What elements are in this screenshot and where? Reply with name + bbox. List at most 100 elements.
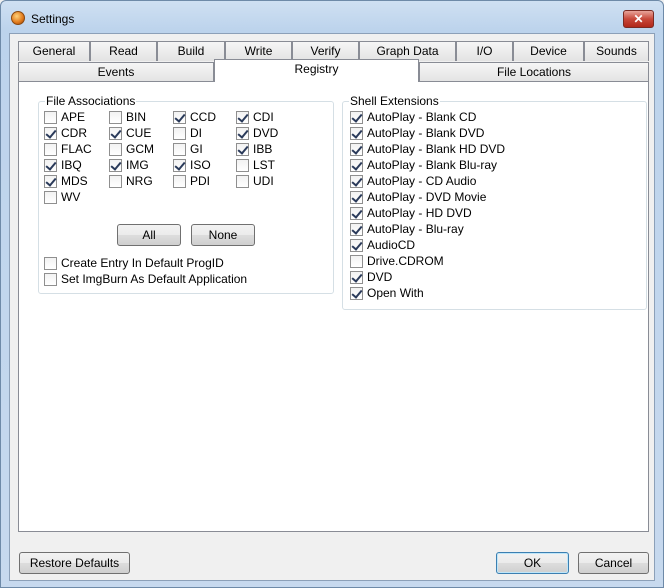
empty-checkbox-icon[interactable] (44, 110, 57, 124)
empty-checkbox-icon[interactable] (44, 190, 57, 204)
cancel-button[interactable]: Cancel (578, 552, 649, 574)
checkmark-icon[interactable] (44, 158, 57, 172)
shell-ext-autoplay-blank-cd-checkbox[interactable]: AutoPlay - Blank CD (350, 109, 476, 125)
tab-device[interactable]: Device (513, 41, 584, 61)
file-assoc-wv-checkbox[interactable]: WV (44, 189, 80, 205)
checkmark-icon[interactable] (350, 142, 363, 156)
file-assoc-ibq-checkbox[interactable]: IBQ (44, 157, 82, 173)
checkbox-label: MDS (61, 174, 88, 188)
checkmark-icon[interactable] (350, 286, 363, 300)
ok-button[interactable]: OK (496, 552, 569, 574)
empty-checkbox-icon[interactable] (44, 272, 57, 286)
file-assoc-flac-checkbox[interactable]: FLAC (44, 141, 92, 157)
checkmark-icon[interactable] (109, 126, 122, 140)
restore-defaults-button[interactable]: Restore Defaults (19, 552, 130, 574)
empty-checkbox-icon[interactable] (173, 174, 186, 188)
tab-events[interactable]: Events (18, 62, 214, 82)
file-assoc-gi-checkbox[interactable]: GI (173, 141, 203, 157)
file-assoc-cue-checkbox[interactable]: CUE (109, 125, 151, 141)
file-assoc-di-checkbox[interactable]: DI (173, 125, 202, 141)
select-none-button[interactable]: None (191, 224, 255, 246)
shell-extensions-title: Shell Extensions (349, 94, 440, 108)
empty-checkbox-icon[interactable] (109, 174, 122, 188)
checkmark-icon[interactable] (173, 158, 186, 172)
option-create-entry-in-default-progid-checkbox[interactable]: Create Entry In Default ProgID (44, 255, 224, 271)
tab-general[interactable]: General (18, 41, 90, 61)
file-assoc-ape-checkbox[interactable]: APE (44, 109, 85, 125)
shell-ext-autoplay-dvd-movie-checkbox[interactable]: AutoPlay - DVD Movie (350, 189, 486, 205)
file-assoc-img-checkbox[interactable]: IMG (109, 157, 149, 173)
tab-verify[interactable]: Verify (292, 41, 359, 61)
empty-checkbox-icon[interactable] (44, 142, 57, 156)
file-assoc-bin-checkbox[interactable]: BIN (109, 109, 146, 125)
checkmark-icon[interactable] (350, 126, 363, 140)
checkbox-label: GI (190, 142, 203, 156)
empty-checkbox-icon[interactable] (44, 256, 57, 270)
shell-ext-autoplay-blank-dvd-checkbox[interactable]: AutoPlay - Blank DVD (350, 125, 484, 141)
shell-ext-autoplay-cd-audio-checkbox[interactable]: AutoPlay - CD Audio (350, 173, 476, 189)
empty-checkbox-icon[interactable] (173, 142, 186, 156)
checkmark-icon[interactable] (236, 110, 249, 124)
dialog-body: General Read Build Write Verify Graph Data I/O… (9, 33, 655, 581)
shell-ext-autoplay-blu-ray-checkbox[interactable]: AutoPlay - Blu-ray (350, 221, 464, 237)
checkbox-label: NRG (126, 174, 153, 188)
checkmark-icon[interactable] (44, 174, 57, 188)
empty-checkbox-icon[interactable] (236, 158, 249, 172)
tab-read[interactable]: Read (90, 41, 157, 61)
empty-checkbox-icon[interactable] (350, 254, 363, 268)
checkmark-icon[interactable] (350, 158, 363, 172)
checkmark-icon[interactable] (109, 158, 122, 172)
checkmark-icon[interactable] (350, 270, 363, 284)
file-assoc-cdi-checkbox[interactable]: CDI (236, 109, 274, 125)
tab-build[interactable]: Build (157, 41, 225, 61)
checkmark-icon[interactable] (350, 174, 363, 188)
file-assoc-dvd-checkbox[interactable]: DVD (236, 125, 278, 141)
file-assoc-gcm-checkbox[interactable]: GCM (109, 141, 154, 157)
checkbox-label: ISO (190, 158, 211, 172)
file-associations-title: File Associations (45, 94, 137, 108)
shell-ext-drive-cdrom-checkbox[interactable]: Drive.CDROM (350, 253, 444, 269)
file-assoc-mds-checkbox[interactable]: MDS (44, 173, 88, 189)
checkmark-icon[interactable] (350, 206, 363, 220)
checkmark-icon[interactable] (350, 238, 363, 252)
checkmark-icon[interactable] (236, 126, 249, 140)
empty-checkbox-icon[interactable] (109, 142, 122, 156)
select-all-button[interactable]: All (117, 224, 181, 246)
tab-registry[interactable]: Registry (214, 59, 419, 82)
file-assoc-iso-checkbox[interactable]: ISO (173, 157, 211, 173)
option-set-imgburn-as-default-application-checkbox[interactable]: Set ImgBurn As Default Application (44, 271, 247, 287)
empty-checkbox-icon[interactable] (236, 174, 249, 188)
tab-write[interactable]: Write (225, 41, 292, 61)
checkbox-label: CDR (61, 126, 87, 140)
file-assoc-ibb-checkbox[interactable]: IBB (236, 141, 272, 157)
empty-checkbox-icon[interactable] (173, 126, 186, 140)
shell-ext-autoplay-blank-blu-ray-checkbox[interactable]: AutoPlay - Blank Blu-ray (350, 157, 497, 173)
checkmark-icon[interactable] (350, 222, 363, 236)
tab-file-locations[interactable]: File Locations (419, 62, 649, 82)
tab-sounds[interactable]: Sounds (584, 41, 649, 61)
checkmark-icon[interactable] (350, 110, 363, 124)
checkbox-label: AutoPlay - Blu-ray (367, 222, 464, 236)
tab-graph-data[interactable]: Graph Data (359, 41, 456, 61)
shell-ext-autoplay-blank-hd-dvd-checkbox[interactable]: AutoPlay - Blank HD DVD (350, 141, 505, 157)
checkmark-icon[interactable] (173, 110, 186, 124)
shell-ext-audiocd-checkbox[interactable]: AudioCD (350, 237, 415, 253)
shell-ext-autoplay-hd-dvd-checkbox[interactable]: AutoPlay - HD DVD (350, 205, 472, 221)
file-assoc-lst-checkbox[interactable]: LST (236, 157, 275, 173)
checkbox-label: AutoPlay - HD DVD (367, 206, 472, 220)
file-assoc-ccd-checkbox[interactable]: CCD (173, 109, 216, 125)
tab-i-o[interactable]: I/O (456, 41, 513, 61)
file-assoc-pdi-checkbox[interactable]: PDI (173, 173, 210, 189)
shell-ext-dvd-checkbox[interactable]: DVD (350, 269, 392, 285)
shell-ext-open-with-checkbox[interactable]: Open With (350, 285, 424, 301)
file-assoc-cdr-checkbox[interactable]: CDR (44, 125, 87, 141)
checkmark-icon[interactable] (44, 126, 57, 140)
checkbox-label: Open With (367, 286, 424, 300)
close-button[interactable]: ✕ (623, 10, 654, 28)
checkmark-icon[interactable] (350, 190, 363, 204)
file-assoc-nrg-checkbox[interactable]: NRG (109, 173, 153, 189)
file-assoc-udi-checkbox[interactable]: UDI (236, 173, 274, 189)
checkmark-icon[interactable] (236, 142, 249, 156)
title-bar[interactable]: Settings ✕ (1, 1, 663, 33)
empty-checkbox-icon[interactable] (109, 110, 122, 124)
